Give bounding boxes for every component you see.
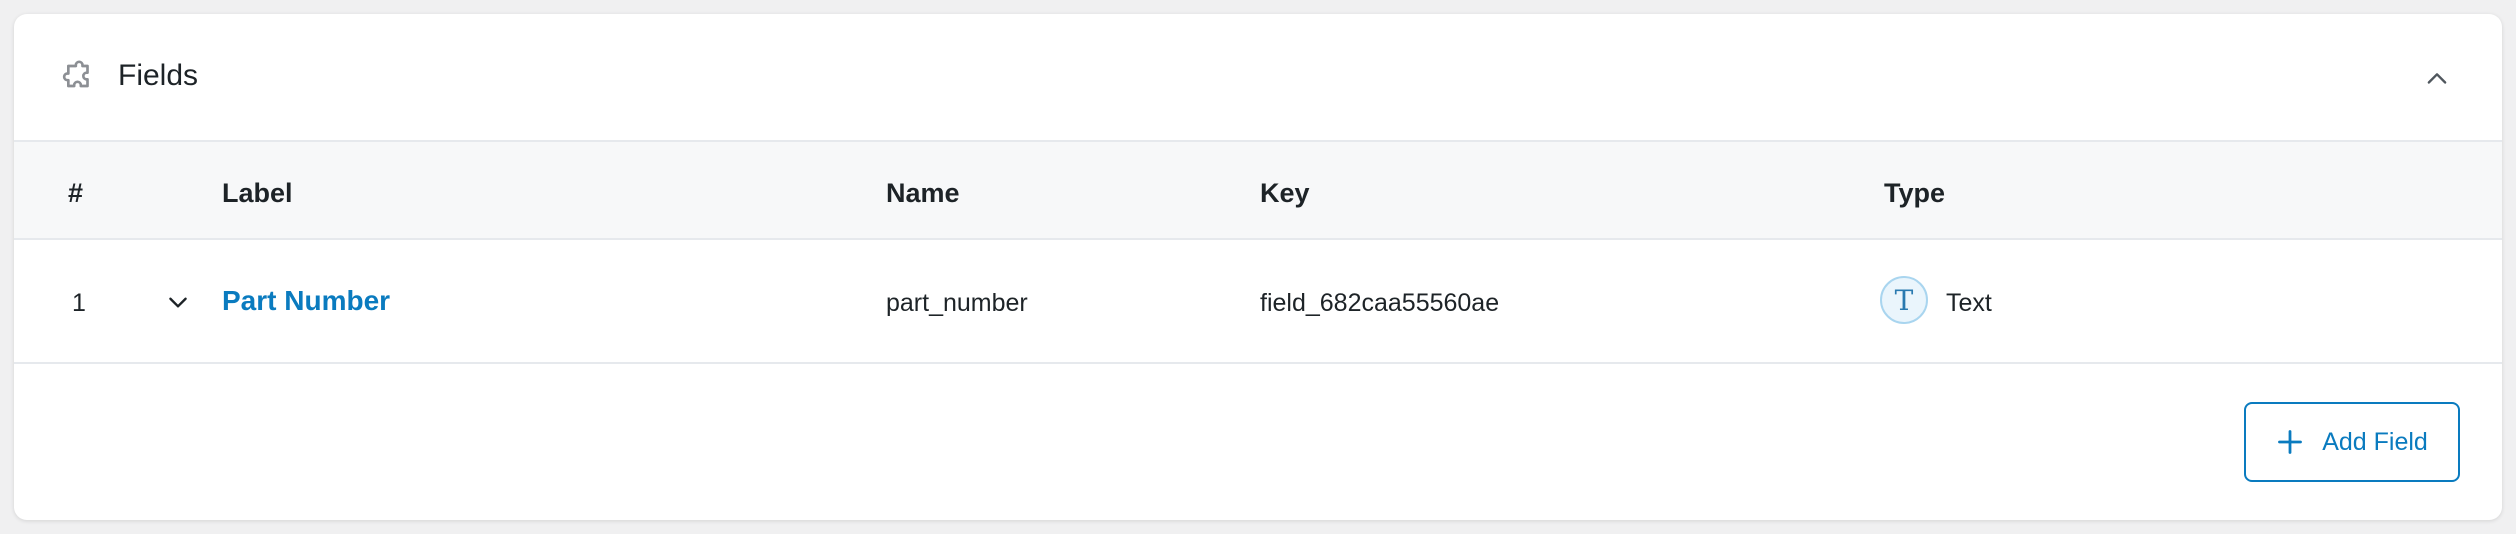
field-type: Text — [1946, 289, 1992, 317]
field-order-number: 1 — [72, 289, 86, 317]
chevron-up-icon — [2427, 73, 2447, 84]
field-label-link[interactable]: Part Number — [222, 284, 390, 318]
text-type-icon: T — [1880, 276, 1928, 324]
field-key: field_682caa55560ae — [1260, 289, 1500, 317]
expand-row-button[interactable] — [160, 284, 196, 320]
column-header-key: Key — [1260, 178, 1310, 208]
field-name: part_number — [886, 289, 1028, 317]
column-header-name: Name — [886, 178, 960, 208]
table-row[interactable]: 1 Part Number part_number field_682caa55… — [14, 240, 2502, 364]
column-header-label: Label — [222, 178, 293, 208]
fields-panel: Fields # Label Name Key Type 1 Part Numb… — [14, 14, 2502, 520]
plus-icon — [2278, 430, 2303, 454]
panel-title: Fields — [118, 59, 199, 92]
table-header: # Label Name Key Type — [14, 142, 2502, 240]
puzzle-icon — [60, 56, 100, 96]
collapse-button[interactable] — [2420, 62, 2454, 96]
panel-header[interactable]: Fields — [14, 14, 2502, 142]
add-field-label: Add Field — [2322, 427, 2428, 456]
column-header-type: Type — [1884, 178, 1946, 208]
column-header-number: # — [68, 178, 84, 208]
chevron-down-icon — [169, 297, 187, 308]
add-field-button[interactable]: Add Field — [2244, 402, 2460, 482]
